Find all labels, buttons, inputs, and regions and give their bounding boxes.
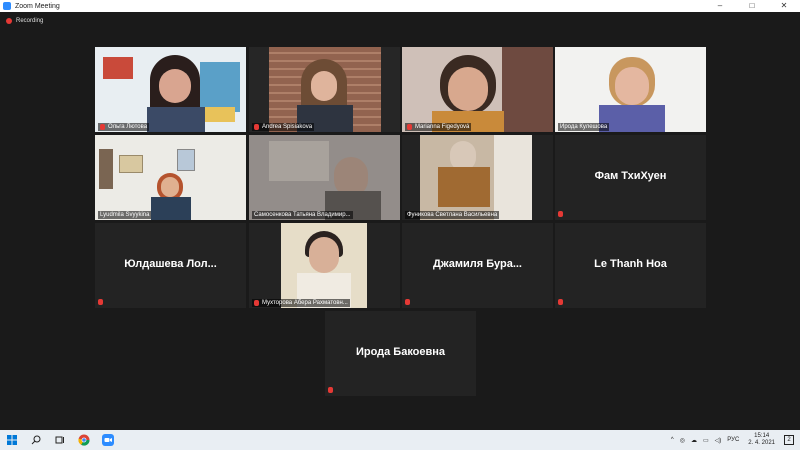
participant-tile[interactable]: Le Thanh Hoa bbox=[555, 223, 706, 308]
participant-tile[interactable]: Самосенкова Татьяна Владимир... bbox=[249, 135, 400, 220]
system-tray: ^ ◎ ☁ ▭ ◁) РУС 15:14 2. 4. 2021 2 bbox=[668, 433, 800, 447]
participant-name: Мухторова Абера Рахматовн... bbox=[262, 300, 348, 306]
chevron-up-icon[interactable]: ^ bbox=[671, 437, 674, 443]
task-view-icon[interactable] bbox=[48, 430, 72, 450]
clock[interactable]: 15:14 2. 4. 2021 bbox=[748, 433, 775, 447]
battery-icon[interactable]: ▭ bbox=[703, 437, 709, 444]
participant-display-name: Юлдашева Лол... bbox=[124, 258, 217, 270]
onedrive-icon[interactable]: ☁ bbox=[691, 437, 697, 444]
search-icon[interactable] bbox=[24, 430, 48, 450]
participant-name: Фуникова Светлана Васильевна bbox=[407, 212, 498, 218]
mic-muted-icon bbox=[328, 387, 333, 393]
maximize-button[interactable]: □ bbox=[736, 0, 768, 12]
mic-muted-icon bbox=[558, 211, 563, 217]
participant-name: Marianna Figedyová bbox=[415, 124, 470, 130]
minimize-button[interactable]: – bbox=[704, 0, 736, 12]
meeting-area: Recording Ольга Лютова Andrea Spisiakova… bbox=[0, 12, 800, 430]
zoom-app-icon[interactable] bbox=[96, 430, 120, 450]
participant-tile[interactable]: Ирода Кулешова bbox=[555, 47, 706, 132]
participant-tile[interactable]: Юлдашева Лол... bbox=[95, 223, 246, 308]
participant-tile[interactable]: Ольга Лютова bbox=[95, 47, 246, 132]
participant-name: Ирода Кулешова bbox=[560, 124, 608, 130]
language-indicator[interactable]: РУС bbox=[727, 437, 739, 443]
chrome-icon[interactable] bbox=[72, 430, 96, 450]
participant-name: Самосенкова Татьяна Владимир... bbox=[254, 212, 351, 218]
recording-indicator[interactable]: Recording bbox=[6, 18, 43, 24]
participant-display-name: Джамиля Бура... bbox=[433, 258, 522, 270]
mic-muted-icon bbox=[407, 124, 412, 130]
taskbar: ^ ◎ ☁ ▭ ◁) РУС 15:14 2. 4. 2021 2 bbox=[0, 430, 800, 450]
participant-display-name: Фам ТхиХуен bbox=[594, 170, 667, 182]
window-title: Zoom Meeting bbox=[15, 2, 60, 10]
clock-date: 2. 4. 2021 bbox=[748, 440, 775, 446]
mic-muted-icon bbox=[405, 299, 410, 305]
participant-name: Lyudmila Svyykina bbox=[100, 212, 150, 218]
clock-time: 15:14 bbox=[754, 433, 770, 439]
mic-muted-icon bbox=[100, 124, 105, 130]
participant-tile[interactable]: Фуникова Светлана Васильевна bbox=[402, 135, 553, 220]
participant-tile[interactable]: Marianna Figedyová bbox=[402, 47, 553, 132]
mic-muted-icon bbox=[98, 299, 103, 305]
participant-tile[interactable]: Фам ТхиХуен bbox=[555, 135, 706, 220]
windows-start-icon[interactable] bbox=[0, 430, 24, 450]
notifications-icon[interactable]: 2 bbox=[784, 435, 794, 445]
volume-icon[interactable]: ◁) bbox=[715, 437, 722, 444]
participant-name: Andrea Spisiakova bbox=[262, 124, 313, 130]
recording-label: Recording bbox=[16, 18, 44, 24]
mic-muted-icon bbox=[254, 300, 259, 306]
network-icon[interactable]: ◎ bbox=[680, 437, 685, 444]
participant-tile[interactable]: Ирода Бакоевна bbox=[325, 311, 476, 396]
participant-name: Ольга Лютова bbox=[108, 124, 148, 130]
zoom-logo-icon bbox=[3, 2, 11, 10]
recording-dot-icon bbox=[6, 18, 12, 24]
mic-muted-icon bbox=[254, 124, 259, 130]
participant-tile[interactable]: Мухторова Абера Рахматовн... bbox=[249, 223, 400, 308]
participant-tile[interactable]: Джамиля Бура... bbox=[402, 223, 553, 308]
close-button[interactable]: ✕ bbox=[768, 0, 800, 12]
title-bar: Zoom Meeting – □ ✕ bbox=[0, 0, 800, 12]
participant-display-name: Le Thanh Hoa bbox=[594, 258, 667, 270]
participant-display-name: Ирода Бакоевна bbox=[355, 346, 446, 358]
mic-muted-icon bbox=[558, 299, 563, 305]
participant-tile[interactable]: Lyudmila Svyykina bbox=[95, 135, 246, 220]
participant-tile[interactable]: Andrea Spisiakova bbox=[249, 47, 400, 132]
